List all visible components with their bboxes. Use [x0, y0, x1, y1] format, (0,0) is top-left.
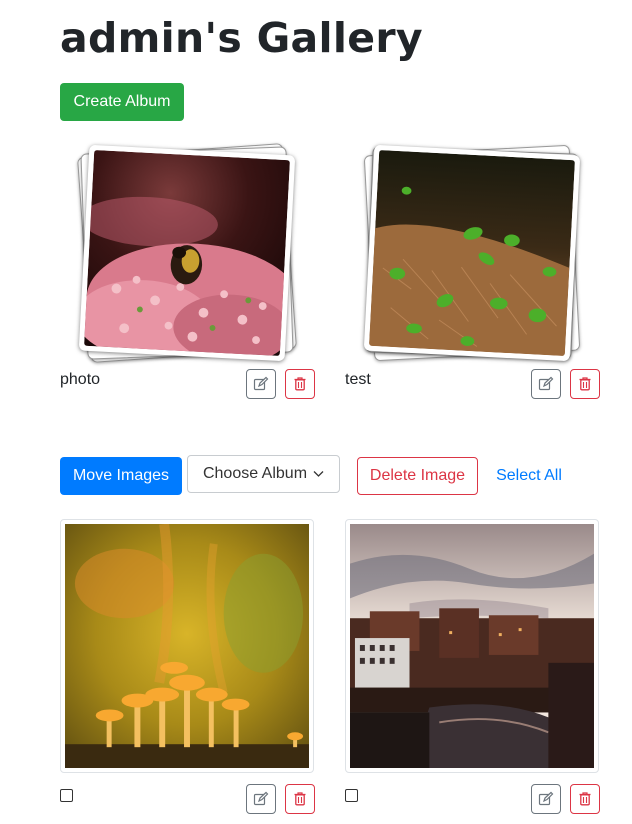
trash-icon [579, 792, 591, 806]
pencil-square-icon [253, 376, 269, 391]
trash-icon [579, 377, 591, 391]
move-images-button[interactable]: Move Images [60, 457, 182, 495]
trash-icon [294, 377, 306, 391]
choose-album-label: Choose Album [202, 465, 308, 482]
choose-album-dropdown[interactable]: Choose Album [187, 455, 340, 493]
delete-album-button[interactable] [285, 369, 315, 399]
album-name: photo [60, 371, 101, 388]
page-title: admin's Gallery [60, 14, 423, 62]
delete-image-icon-button[interactable] [285, 784, 315, 814]
album-name: test [345, 371, 371, 388]
pencil-square-icon [538, 791, 554, 806]
edit-album-button[interactable] [531, 369, 561, 399]
image-card[interactable] [345, 519, 599, 773]
edit-album-button[interactable] [246, 369, 276, 399]
create-album-button[interactable]: Create Album [60, 83, 184, 121]
chevron-down-icon [313, 465, 324, 483]
pencil-square-icon [538, 376, 554, 391]
select-all-button[interactable]: Select All [486, 457, 572, 495]
edit-image-button[interactable] [246, 784, 276, 814]
image-thumbnail [65, 524, 309, 768]
album-cover-image[interactable] [363, 144, 581, 362]
album-cover-image[interactable] [78, 144, 296, 362]
image-select-checkbox[interactable] [345, 789, 358, 802]
delete-image-icon-button[interactable] [570, 784, 600, 814]
delete-image-button[interactable]: Delete Image [357, 457, 478, 495]
image-select-checkbox[interactable] [60, 789, 73, 802]
delete-album-button[interactable] [570, 369, 600, 399]
pencil-square-icon [253, 791, 269, 806]
edit-image-button[interactable] [531, 784, 561, 814]
image-card[interactable] [60, 519, 314, 773]
trash-icon [294, 792, 306, 806]
album-card-photo[interactable]: photo [60, 143, 315, 410]
album-card-test[interactable]: test [345, 144, 600, 410]
image-thumbnail [350, 524, 594, 768]
